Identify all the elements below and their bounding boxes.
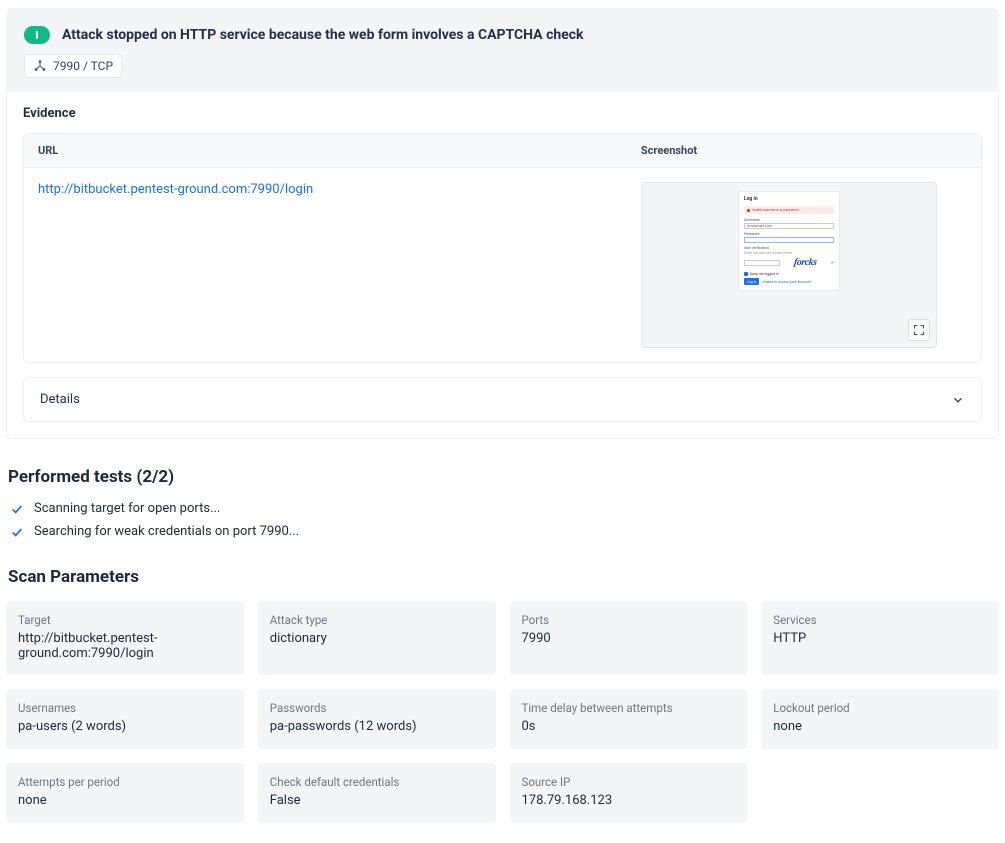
param-card: Check default credentials False <box>258 763 496 823</box>
param-label: Source IP <box>522 775 736 789</box>
evidence-col-screenshot: Screenshot <box>627 134 981 167</box>
ss-login-button: Log in <box>744 278 760 285</box>
evidence-col-url: URL <box>24 134 627 167</box>
param-value: pa-passwords (12 words) <box>270 719 484 734</box>
param-value: 0s <box>522 719 736 734</box>
check-icon <box>10 525 24 539</box>
checkbox-icon <box>744 272 748 276</box>
check-icon <box>10 502 24 516</box>
param-card: Services HTTP <box>761 601 999 675</box>
param-card: Target http://bitbucket.pentest-ground.co… <box>6 601 244 675</box>
evidence-table-head: URL Screenshot <box>24 134 981 168</box>
ss-label-password: Password <box>744 232 834 236</box>
ss-input-password <box>744 237 834 243</box>
param-label: Usernames <box>18 701 232 715</box>
param-card: Lockout period none <box>761 689 999 749</box>
finding-header: Attack stopped on HTTP service because t… <box>6 8 999 92</box>
param-value: dictionary <box>270 631 484 646</box>
test-item-label: Scanning target for open ports... <box>34 501 220 516</box>
param-card: Attack type dictionary <box>258 601 496 675</box>
details-label: Details <box>40 392 80 407</box>
ss-error-text: Invalid username or password. <box>752 208 800 212</box>
ss-label-verification: User verification <box>744 246 834 250</box>
performed-tests-list: Scanning target for open ports... Search… <box>10 501 999 539</box>
evidence-table-row: http://bitbucket.pentest-ground.com:7990… <box>24 168 981 362</box>
port-chip-label: 7990 / TCP <box>53 59 113 73</box>
param-label: Ports <box>522 613 736 627</box>
evidence-card: Evidence URL Screenshot http://bitbucket… <box>6 92 999 439</box>
param-value: none <box>773 719 987 734</box>
param-label: Check default credentials <box>270 775 484 789</box>
error-dot-icon <box>747 209 750 212</box>
param-value: False <box>270 793 484 808</box>
param-value: http://bitbucket.pentest-ground.com:7990… <box>18 631 232 661</box>
param-value: none <box>18 793 232 808</box>
finding-title: Attack stopped on HTTP service because t… <box>62 27 584 43</box>
ss-input-username: benchmark-user <box>744 223 834 229</box>
ss-title: Log in <box>744 196 834 202</box>
chevron-down-icon <box>951 393 965 407</box>
ss-remember: Keep me logged in <box>744 272 834 276</box>
evidence-screenshot-cell: Log in Invalid username or password. Use… <box>627 168 981 362</box>
reload-icon: ⟳ <box>831 260 834 265</box>
param-label: Attack type <box>270 613 484 627</box>
finding-title-row: Attack stopped on HTTP service because t… <box>24 26 981 44</box>
test-item: Scanning target for open ports... <box>10 501 999 516</box>
param-label: Services <box>773 613 987 627</box>
ss-remember-label: Keep me logged in <box>750 272 779 276</box>
screenshot-thumbnail[interactable]: Log in Invalid username or password. Use… <box>641 182 937 348</box>
param-card: Attempts per period none <box>6 763 244 823</box>
ss-forgot-link: Unable to access your account? <box>762 280 811 284</box>
evidence-url-link[interactable]: http://bitbucket.pentest-ground.com:7990… <box>38 182 313 197</box>
ss-captcha-image: forcks <box>793 257 817 268</box>
ss-captcha-input <box>744 260 780 266</box>
param-label: Lockout period <box>773 701 987 715</box>
ss-error: Invalid username or password. <box>744 206 834 214</box>
ss-captcha-row: forcks ⟳ <box>744 257 834 268</box>
param-label: Passwords <box>270 701 484 715</box>
param-card: Time delay between attempts 0s <box>510 689 748 749</box>
param-label: Target <box>18 613 232 627</box>
param-card: Usernames pa-users (2 words) <box>6 689 244 749</box>
ss-username-value: benchmark-user <box>747 224 772 228</box>
expand-screenshot-button[interactable] <box>908 319 930 341</box>
param-card: Ports 7990 <box>510 601 748 675</box>
ss-hint-verification: Enter the word as shown below <box>744 251 834 255</box>
ss-login-row: Log in Unable to access your account? <box>744 278 834 285</box>
test-item-label: Searching for weak credentials on port 7… <box>34 524 299 539</box>
severity-badge-info <box>24 26 50 44</box>
details-toggle[interactable]: Details <box>23 377 982 422</box>
param-card: Passwords pa-passwords (12 words) <box>258 689 496 749</box>
scan-parameters-heading: Scan Parameters <box>8 567 999 587</box>
info-icon <box>36 31 38 39</box>
performed-tests-heading: Performed tests (2/2) <box>8 467 999 487</box>
evidence-table: URL Screenshot http://bitbucket.pentest-… <box>23 133 982 363</box>
network-icon <box>33 59 47 73</box>
expand-icon <box>913 324 925 336</box>
param-value: pa-users (2 words) <box>18 719 232 734</box>
screenshot-login-form: Log in Invalid username or password. Use… <box>738 191 840 291</box>
scan-parameters-grid: Target http://bitbucket.pentest-ground.co… <box>6 601 999 823</box>
param-card: Source IP 178.79.168.123 <box>510 763 748 823</box>
param-label: Attempts per period <box>18 775 232 789</box>
param-label: Time delay between attempts <box>522 701 736 715</box>
param-value: HTTP <box>773 631 987 646</box>
param-value: 178.79.168.123 <box>522 793 736 808</box>
evidence-url-cell: http://bitbucket.pentest-ground.com:7990… <box>24 168 627 362</box>
test-item: Searching for weak credentials on port 7… <box>10 524 999 539</box>
port-chip[interactable]: 7990 / TCP <box>24 54 122 78</box>
ss-label-username: Username <box>744 218 834 222</box>
evidence-heading: Evidence <box>23 106 982 121</box>
param-value: 7990 <box>522 631 736 646</box>
